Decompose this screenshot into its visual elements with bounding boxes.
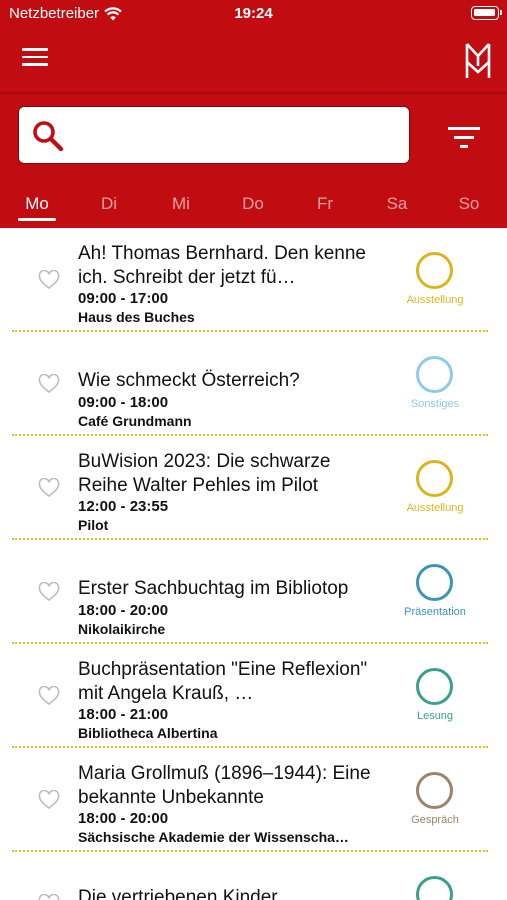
category-ring-icon: [416, 356, 453, 393]
event-item[interactable]: Wie schmeckt Österreich? 09:00 - 18:00 C…: [0, 332, 507, 436]
event-place: Café Grundmann: [78, 413, 192, 429]
event-time: 18:00 - 20:00: [78, 810, 169, 827]
event-item[interactable]: Buchpräsentation "Eine Reflexion" mit An…: [0, 644, 507, 748]
favorite-heart-icon[interactable]: [38, 374, 60, 394]
event-category: Ausstellung: [406, 502, 464, 514]
tab-di[interactable]: Di: [84, 194, 134, 214]
category-ring-icon: [416, 252, 453, 289]
category-ring-icon: [416, 668, 453, 705]
event-time: 18:00 - 21:00: [78, 706, 169, 723]
event-title: Ah! Thomas Bernhard. Den kenne ich. Schr…: [78, 243, 366, 288]
search-icon: [33, 121, 64, 152]
favorite-heart-icon[interactable]: [38, 894, 60, 900]
event-item[interactable]: Erster Sachbuchtag im Bibliotop 18:00 - …: [0, 540, 507, 644]
event-item[interactable]: Die vertriebenen Kinder: [0, 852, 507, 900]
category-ring-icon: [416, 460, 453, 497]
event-place: Bibliotheca Albertina: [78, 725, 218, 741]
filter-icon[interactable]: [448, 124, 480, 150]
appbar-divider: [0, 92, 507, 96]
app-header: Netzbetreiber 19:24 Mo Di Mi Do Fr Sa So: [0, 0, 507, 228]
event-title: Die vertriebenen Kinder: [78, 887, 278, 900]
event-category: Gespräch: [411, 814, 459, 826]
event-place: Nikolaikirche: [78, 621, 166, 637]
tab-do[interactable]: Do: [228, 194, 278, 214]
event-place: Pilot: [78, 517, 109, 533]
event-category: Präsentation: [404, 606, 466, 618]
event-title: Erster Sachbuchtag im Bibliotop: [78, 578, 349, 599]
favorite-heart-icon[interactable]: [38, 478, 60, 498]
event-title: Wie schmeckt Österreich?: [78, 370, 300, 391]
event-item[interactable]: BuWision 2023: Die schwarze Reihe Walter…: [0, 436, 507, 540]
event-category: Ausstellung: [406, 294, 464, 306]
event-title: BuWision 2023: Die schwarze Reihe Walter…: [78, 451, 331, 496]
tab-mo[interactable]: Mo: [12, 194, 62, 214]
tab-so[interactable]: So: [444, 194, 494, 214]
event-item[interactable]: Ah! Thomas Bernhard. Den kenne ich. Schr…: [0, 228, 507, 332]
favorite-heart-icon[interactable]: [38, 582, 60, 602]
search-input[interactable]: [77, 121, 397, 151]
event-title: Maria Grollmuß (1896–1944): Eine bekannt…: [78, 763, 371, 808]
favorite-heart-icon[interactable]: [38, 270, 60, 290]
active-tab-indicator: [18, 218, 56, 221]
event-time: 12:00 - 23:55: [78, 498, 169, 515]
tab-mi[interactable]: Mi: [156, 194, 206, 214]
status-bar: Netzbetreiber 19:24: [0, 0, 507, 28]
event-time: 18:00 - 20:00: [78, 602, 169, 619]
tab-sa[interactable]: Sa: [372, 194, 422, 214]
status-time: 19:24: [234, 5, 273, 22]
category-ring-icon: [416, 772, 453, 809]
favorite-heart-icon[interactable]: [38, 790, 60, 810]
category-ring-icon: [416, 564, 453, 601]
event-time: 09:00 - 18:00: [78, 394, 169, 411]
weekday-tabs: Mo Di Mi Do Fr Sa So: [0, 188, 507, 222]
event-place: Haus des Buches: [78, 309, 195, 325]
event-title: Buchpräsentation "Eine Reflexion" mit An…: [78, 659, 368, 704]
search-box[interactable]: [18, 106, 410, 164]
event-place: Sächsische Akademie der Wissenscha…: [78, 829, 349, 845]
menu-button[interactable]: [22, 48, 48, 70]
event-category: Lesung: [416, 710, 454, 722]
event-time: 09:00 - 17:00: [78, 290, 169, 307]
event-category: Sonstiges: [410, 398, 460, 410]
event-item[interactable]: Maria Grollmuß (1896–1944): Eine bekannt…: [0, 748, 507, 852]
favorite-heart-icon[interactable]: [38, 686, 60, 706]
battery-icon: [471, 6, 502, 20]
double-m-logo-icon: [465, 43, 491, 78]
category-ring-icon: [416, 876, 453, 900]
tab-fr[interactable]: Fr: [300, 194, 350, 214]
